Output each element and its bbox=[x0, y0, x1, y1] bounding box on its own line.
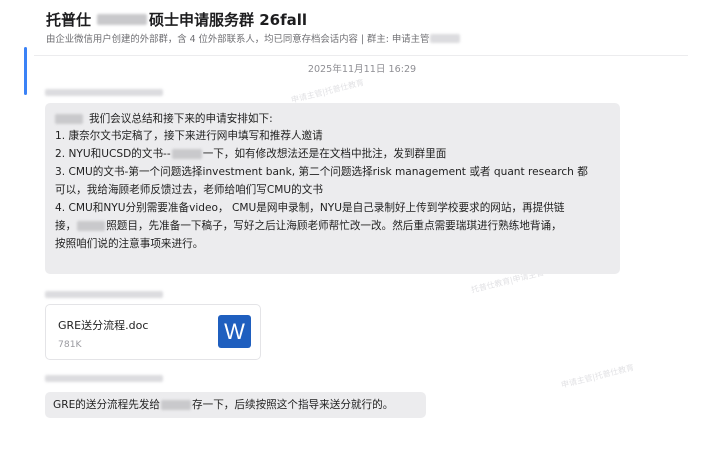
file-attachment-card[interactable]: GRE送分流程.doc 781K W bbox=[45, 304, 261, 360]
message-line: 可以，我给海顾老师反馈过去，老师给咱们写CMU的文书 bbox=[55, 184, 323, 196]
word-doc-icon: W bbox=[218, 315, 251, 348]
redacted-name bbox=[77, 221, 106, 231]
message-text: 我们会议总结和接下来的申请安排如下: bbox=[89, 113, 273, 125]
chat-subtitle: 由企业微信用户创建的外部群，含 4 位外部联系人，均已同意存档会话内容 | 群主… bbox=[46, 31, 461, 45]
message-line: GRE的送分流程先发给 存一下，后续按照这个指导来送分就行的。 bbox=[53, 398, 393, 412]
chat-subtitle-text: 由企业微信用户创建的外部群，含 4 位外部联系人，均已同意存档会话内容 | 群主… bbox=[46, 34, 430, 45]
header-divider bbox=[34, 55, 688, 56]
message-line: 按照咱们说的注意事项来进行。 bbox=[55, 238, 204, 250]
message-bubble[interactable]: 我们会议总结和接下来的申请安排如下: 1. 康奈尔文书定稿了，接下来进行网申填写… bbox=[45, 103, 620, 274]
watermark: 申请主管|托普仕教育 bbox=[560, 362, 635, 390]
message-text: GRE的送分流程先发给 bbox=[53, 399, 161, 411]
message-text: 存一下，后续按照这个指导来送分就行的。 bbox=[192, 399, 394, 411]
message-line: 3. CMU的文书-第一个问题选择investment bank, 第二个问题选… bbox=[55, 166, 588, 178]
message-line: 接， 照题目，先准备一下稿子，写好之后让海顾老师帮忙改一改。然后重点需要瑞琪进行熟… bbox=[55, 219, 562, 233]
redacted-name bbox=[97, 13, 148, 25]
message-bubble[interactable]: GRE的送分流程先发给 存一下，后续按照这个指导来送分就行的。 bbox=[45, 392, 426, 418]
chat-title-suffix: 硕士申请服务群 26fall bbox=[149, 10, 308, 29]
redacted-sender-name bbox=[45, 375, 163, 382]
redacted-name bbox=[171, 149, 202, 159]
message-text: 接， bbox=[55, 220, 77, 232]
chat-title-prefix: 托普仕 bbox=[46, 10, 92, 29]
message-text: 照题目，先准备一下稿子，写好之后让海顾老师帮忙改一改。然后重点需要瑞琪进行熟练地… bbox=[106, 220, 562, 232]
file-name: GRE送分流程.doc bbox=[58, 319, 149, 332]
redacted-sender-name bbox=[45, 89, 163, 96]
message-line: 1. 康奈尔文书定稿了，接下来进行网申填写和推荐人邀请 bbox=[55, 130, 323, 142]
redacted-owner bbox=[430, 33, 461, 43]
redacted-sender-name bbox=[45, 291, 163, 298]
message-text: 一下，如有修改想法还是在文档中批注，发到群里面 bbox=[202, 148, 447, 160]
redacted-name bbox=[55, 114, 83, 124]
file-size: 781K bbox=[58, 339, 82, 350]
watermark: 申请主管|托普仕教育 bbox=[290, 77, 365, 105]
message-line: 4. CMU和NYU分别需要准备video， CMU是网申录制，NYU是自己录制… bbox=[55, 202, 565, 214]
message-text: 2. NYU和UCSD的文书-- bbox=[55, 148, 171, 160]
message-timestamp: 2025年11月11日 16:29 bbox=[307, 64, 417, 75]
message-line: 我们会议总结和接下来的申请安排如下: bbox=[55, 112, 273, 126]
chat-title-row: 托普仕 硕士申请服务群 26fall bbox=[46, 8, 307, 30]
chat-header: 托普仕 硕士申请服务群 26fall 由企业微信用户创建的外部群，含 4 位外部… bbox=[0, 0, 724, 52]
redacted-name bbox=[161, 400, 192, 410]
message-line: 2. NYU和UCSD的文书-- 一下，如有修改想法还是在文档中批注，发到群里面 bbox=[55, 147, 446, 161]
